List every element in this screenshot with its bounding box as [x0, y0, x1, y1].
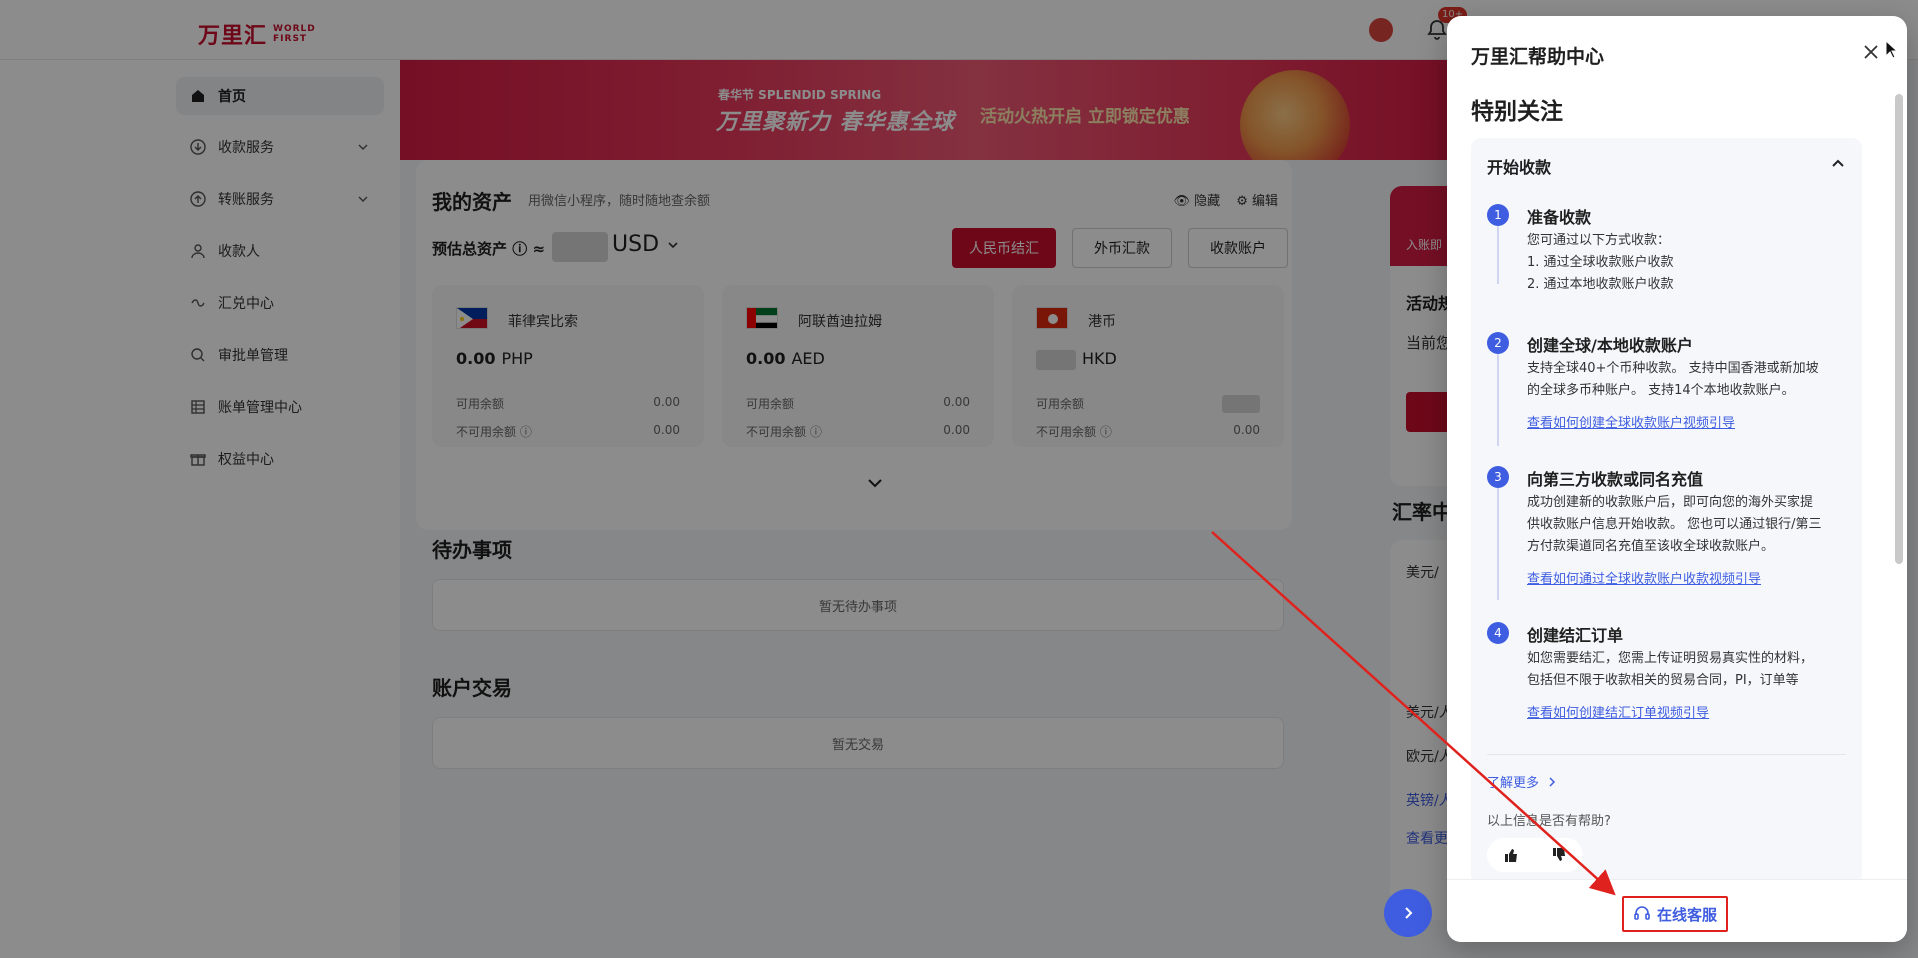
step-text: 如您需要结汇，您需上传证明贸易真实性的材料， 包括但不限于收款相关的贸易合同，P… — [1527, 651, 1814, 688]
close-icon[interactable] — [1861, 42, 1881, 62]
step-number: 2 — [1487, 332, 1509, 354]
thumbs-down-icon[interactable] — [1551, 847, 1567, 863]
video-guide-link[interactable]: 查看如何创建结汇订单视频引导 — [1527, 702, 1709, 721]
scrollbar[interactable] — [1895, 94, 1903, 564]
chevron-right-icon — [1549, 777, 1556, 787]
video-guide-link[interactable]: 查看如何创建全球收款账户视频引导 — [1527, 412, 1735, 431]
step-title: 准备收款 — [1527, 208, 1592, 227]
chevron-right-icon — [1405, 907, 1413, 919]
step-text: 成功创建新的收款账户后，即可向您的海外买家提 供收款账户信息开始收款。 您也可以… — [1527, 495, 1822, 554]
learn-more-link[interactable]: 了解更多 — [1487, 772, 1557, 791]
step-text: 您可通过以下方式收款： 1. 通过全球收款账户收款 2. 通过本地收款账户收款 — [1527, 233, 1674, 292]
step-title: 创建结汇订单 — [1527, 626, 1624, 645]
step-text: 支持全球40+个币种收款。 支持中国香港或新加坡 的全球多币种账户。 支持14个… — [1527, 361, 1819, 398]
step-number: 1 — [1487, 204, 1509, 226]
mouse-cursor-icon — [1885, 40, 1899, 59]
helpful-question: 以上信息是否有帮助? — [1487, 814, 1611, 829]
step-title: 创建全球/本地收款账户 — [1527, 336, 1693, 355]
accordion-title[interactable]: 开始收款 — [1487, 154, 1551, 178]
step-title: 向第三方收款或同名充值 — [1527, 470, 1704, 489]
chevron-up-icon[interactable] — [1830, 156, 1846, 172]
accordion-start-receiving: 开始收款 1 准备收款 您可通过以下方式收款： 1. 通过全球收款账户收款 2.… — [1471, 138, 1862, 886]
step-number: 4 — [1487, 622, 1509, 644]
help-center-title: 万里汇帮助中心 — [1471, 46, 1605, 68]
online-customer-service-button[interactable]: 在线客服 — [1622, 896, 1728, 932]
video-guide-link[interactable]: 查看如何通过全球收款账户收款视频引导 — [1527, 568, 1761, 587]
help-center-drawer: 万里汇帮助中心 特别关注 开始收款 1 准备收款 您可通过以下方式收款： 1. … — [1447, 16, 1907, 942]
thumbs-up-icon[interactable] — [1503, 847, 1519, 863]
headset-icon — [1634, 906, 1650, 920]
special-attention-title: 特别关注 — [1471, 99, 1563, 125]
expand-fab-button[interactable] — [1384, 889, 1432, 937]
step-number: 3 — [1487, 466, 1509, 488]
helpful-vote — [1487, 838, 1583, 872]
drawer-footer: 在线客服 — [1447, 879, 1907, 942]
